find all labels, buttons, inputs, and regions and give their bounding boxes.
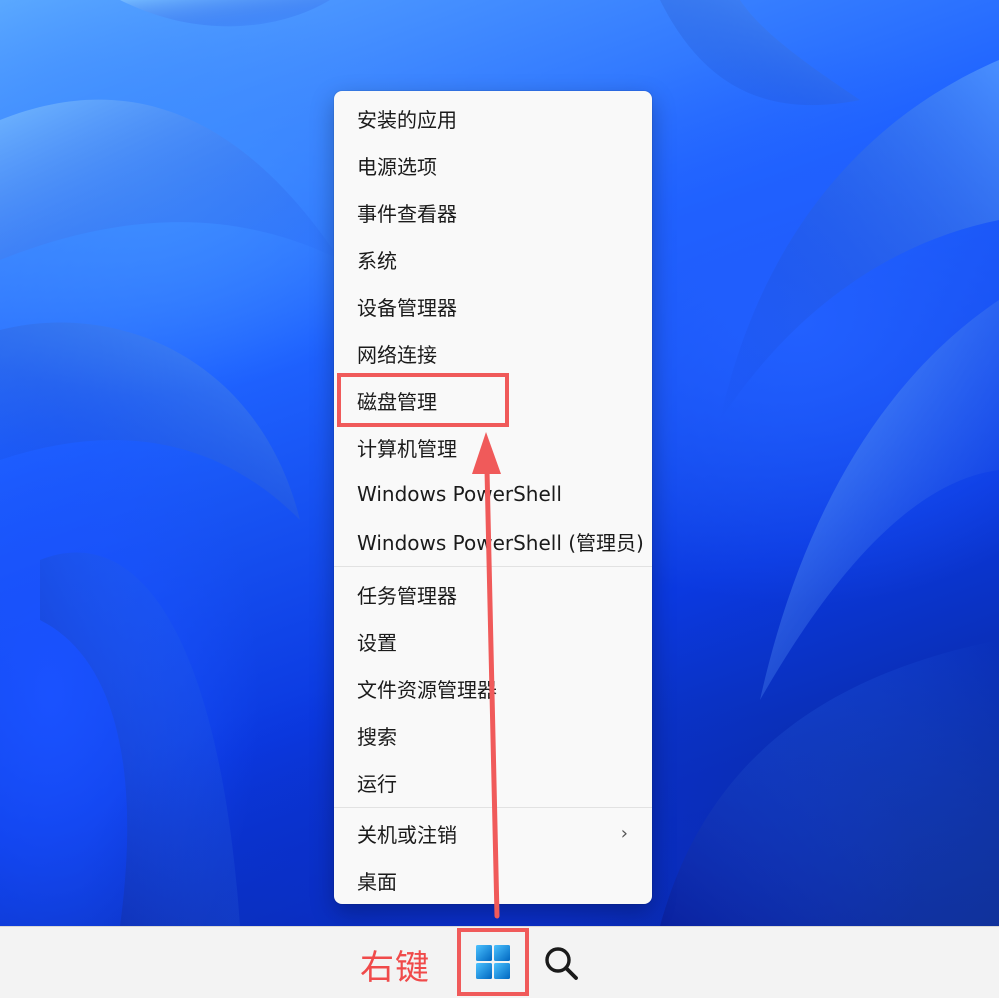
menu-item-powershell-admin[interactable]: Windows PowerShell (管理员) <box>334 518 652 564</box>
menu-item-label: 搜索 <box>357 724 397 749</box>
annotation-right-click-label: 右键 <box>360 948 430 988</box>
menu-item-file-explorer[interactable]: 文件资源管理器 <box>334 665 652 711</box>
menu-item-label: 设置 <box>357 630 397 655</box>
menu-item-task-manager[interactable]: 任务管理器 <box>334 571 652 617</box>
menu-item-disk-management[interactable]: 磁盘管理 <box>334 377 652 423</box>
menu-item-installed-apps[interactable]: 安装的应用 <box>334 95 652 141</box>
menu-item-computer-management[interactable]: 计算机管理 <box>334 424 652 470</box>
menu-item-label: 磁盘管理 <box>357 389 437 414</box>
menu-item-system[interactable]: 系统 <box>334 236 652 282</box>
menu-item-desktop[interactable]: 桌面 <box>334 857 652 903</box>
search-icon[interactable] <box>541 943 581 983</box>
menu-item-label: 电源选项 <box>357 154 437 179</box>
menu-item-label: Windows PowerShell (管理员) <box>357 530 644 555</box>
start-context-menu: 安装的应用 电源选项 事件查看器 系统 设备管理器 网络连接 磁盘管理 计算机管… <box>334 91 652 904</box>
menu-item-network-connections[interactable]: 网络连接 <box>334 330 652 376</box>
menu-item-label: 安装的应用 <box>357 107 457 132</box>
menu-item-label: 网络连接 <box>357 342 437 367</box>
menu-item-label: 事件查看器 <box>357 201 457 226</box>
menu-item-label: 设备管理器 <box>357 295 457 320</box>
chevron-right-icon: › <box>620 823 628 844</box>
menu-item-label: 运行 <box>357 771 397 796</box>
menu-item-label: Windows PowerShell <box>357 482 562 506</box>
menu-item-settings[interactable]: 设置 <box>334 618 652 664</box>
menu-divider <box>334 566 652 567</box>
menu-item-label: 计算机管理 <box>357 436 457 461</box>
menu-divider <box>334 807 652 808</box>
menu-item-search[interactable]: 搜索 <box>334 712 652 758</box>
menu-item-power-options[interactable]: 电源选项 <box>334 142 652 188</box>
menu-item-label: 关机或注销 <box>357 822 457 847</box>
menu-item-label: 桌面 <box>357 869 397 894</box>
menu-item-device-manager[interactable]: 设备管理器 <box>334 283 652 329</box>
menu-item-powershell[interactable]: Windows PowerShell <box>334 471 652 517</box>
menu-item-label: 系统 <box>357 248 397 273</box>
windows-logo-icon[interactable] <box>475 944 511 980</box>
menu-item-event-viewer[interactable]: 事件查看器 <box>334 189 652 235</box>
menu-item-label: 任务管理器 <box>357 583 457 608</box>
menu-item-shutdown-signout[interactable]: 关机或注销 › <box>334 810 652 856</box>
menu-item-label: 文件资源管理器 <box>357 677 497 702</box>
menu-item-run[interactable]: 运行 <box>334 759 652 805</box>
